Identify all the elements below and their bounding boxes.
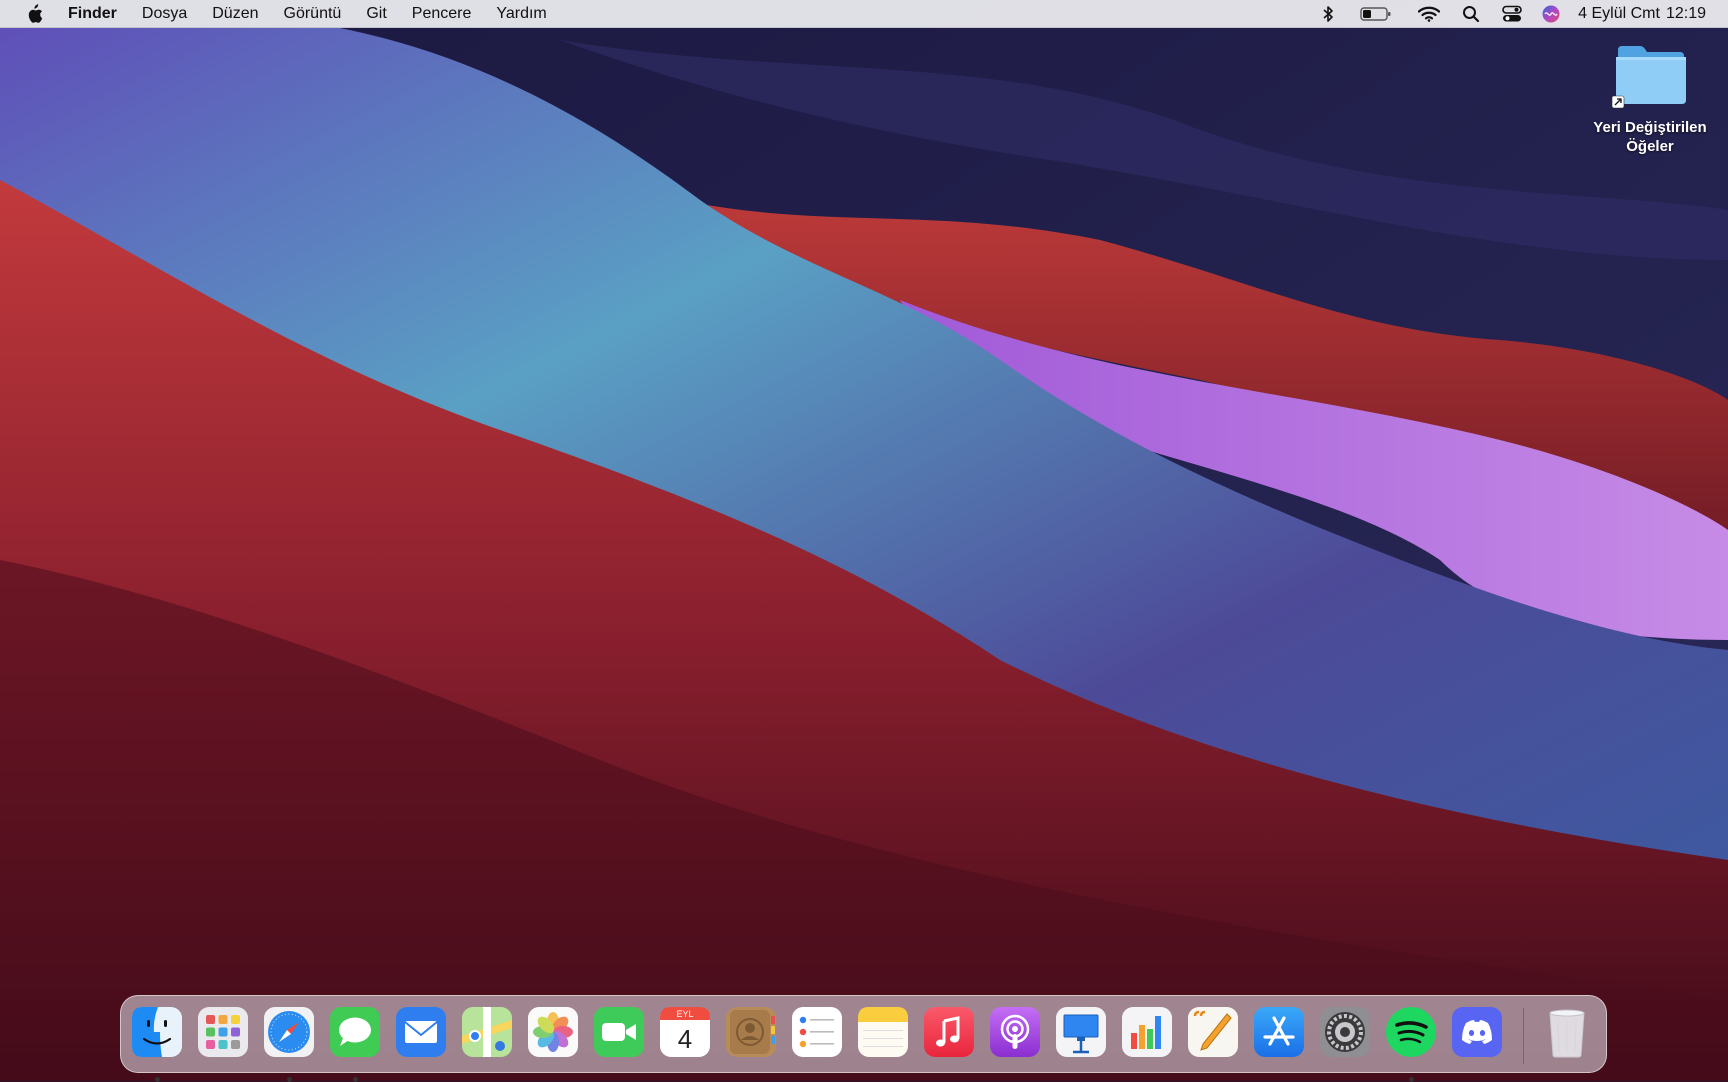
calendar-icon: EYL 4 bbox=[660, 1007, 710, 1057]
dock-app-trash[interactable] bbox=[1541, 1006, 1593, 1058]
desktop-folder-relocated-items[interactable]: Yeri Değiştirilen Öğeler bbox=[1582, 44, 1718, 156]
desktop-wallpaper bbox=[0, 0, 1728, 1080]
finder-icon bbox=[132, 1007, 182, 1057]
menu-app-name[interactable]: Finder bbox=[68, 5, 117, 23]
reminders-icon bbox=[792, 1007, 842, 1057]
podcasts-icon bbox=[990, 1007, 1040, 1057]
dock-app-photos[interactable] bbox=[527, 1006, 579, 1058]
discord-icon bbox=[1452, 1007, 1502, 1057]
menu-item-edit[interactable]: Düzen bbox=[212, 5, 258, 23]
trash-icon bbox=[1549, 1009, 1585, 1058]
system-preferences-gear-icon bbox=[1320, 1007, 1370, 1057]
keynote-icon bbox=[1056, 1007, 1106, 1057]
folder-alias-icon bbox=[1612, 46, 1686, 109]
siri-icon[interactable] bbox=[1542, 0, 1560, 28]
dock-app-facetime[interactable] bbox=[593, 1006, 645, 1058]
calendar-month: EYL bbox=[676, 1009, 693, 1019]
dock-app-keynote[interactable] bbox=[1055, 1006, 1107, 1058]
clock-date: 4 Eylül Cmt bbox=[1578, 5, 1660, 22]
apple-menu-icon[interactable] bbox=[24, 3, 44, 24]
spotlight-search-icon[interactable] bbox=[1462, 0, 1480, 28]
dock-separator bbox=[1523, 1008, 1524, 1064]
dock-app-contacts[interactable] bbox=[725, 1006, 777, 1058]
dock-app-music[interactable] bbox=[923, 1006, 975, 1058]
dock-app-reminders[interactable] bbox=[791, 1006, 843, 1058]
dock-app-calendar[interactable]: EYL 4 bbox=[659, 1006, 711, 1058]
dock-app-podcasts[interactable] bbox=[989, 1006, 1041, 1058]
dock-app-messages[interactable] bbox=[329, 1006, 381, 1082]
dock-app-finder[interactable] bbox=[131, 1006, 183, 1082]
menu-item-file[interactable]: Dosya bbox=[142, 5, 187, 23]
desktop-folder-label: Yeri Değiştirilen Öğeler bbox=[1593, 119, 1707, 155]
contacts-icon bbox=[726, 1007, 776, 1057]
photos-icon bbox=[528, 1007, 578, 1057]
dock-app-notes[interactable] bbox=[857, 1006, 909, 1058]
calendar-day: 4 bbox=[678, 1024, 692, 1054]
spotify-icon bbox=[1386, 1007, 1436, 1057]
control-center-icon[interactable] bbox=[1502, 0, 1522, 28]
safari-icon bbox=[264, 1007, 314, 1057]
launchpad-icon bbox=[198, 1007, 248, 1057]
menu-clock[interactable]: 4 Eylül Cmt 12:19 bbox=[1578, 5, 1706, 23]
dock-app-mail[interactable] bbox=[395, 1006, 447, 1058]
dock-app-discord[interactable] bbox=[1451, 1006, 1503, 1058]
menu-item-go[interactable]: Git bbox=[366, 5, 386, 23]
bluetooth-icon[interactable] bbox=[1322, 0, 1334, 28]
wifi-icon[interactable] bbox=[1418, 0, 1441, 28]
dock-app-app-store[interactable] bbox=[1253, 1006, 1305, 1058]
dock-app-launchpad[interactable] bbox=[197, 1006, 249, 1058]
dock-app-spotify[interactable] bbox=[1385, 1006, 1437, 1082]
pages-icon bbox=[1188, 1007, 1238, 1057]
dock: EYL 4 bbox=[120, 995, 1607, 1082]
messages-icon bbox=[330, 1007, 380, 1057]
notes-icon bbox=[858, 1007, 908, 1057]
dock-app-safari[interactable] bbox=[263, 1006, 315, 1082]
battery-icon[interactable] bbox=[1360, 0, 1392, 28]
dock-app-numbers[interactable] bbox=[1121, 1006, 1173, 1058]
numbers-icon bbox=[1122, 1007, 1172, 1057]
menu-item-window[interactable]: Pencere bbox=[412, 5, 472, 23]
facetime-icon bbox=[594, 1007, 644, 1057]
clock-time: 12:19 bbox=[1665, 5, 1706, 22]
menu-item-view[interactable]: Görüntü bbox=[284, 5, 342, 23]
menu-bar: Finder Dosya Düzen Görüntü Git Pencere Y… bbox=[0, 0, 1728, 28]
mail-icon bbox=[396, 1007, 446, 1057]
maps-icon bbox=[462, 1007, 512, 1057]
app-store-icon bbox=[1254, 1007, 1304, 1057]
dock-app-maps[interactable] bbox=[461, 1006, 513, 1058]
menu-item-help[interactable]: Yardım bbox=[496, 5, 546, 23]
dock-app-pages[interactable] bbox=[1187, 1006, 1239, 1058]
music-icon bbox=[924, 1007, 974, 1057]
dock-app-system-preferences[interactable] bbox=[1319, 1006, 1371, 1058]
